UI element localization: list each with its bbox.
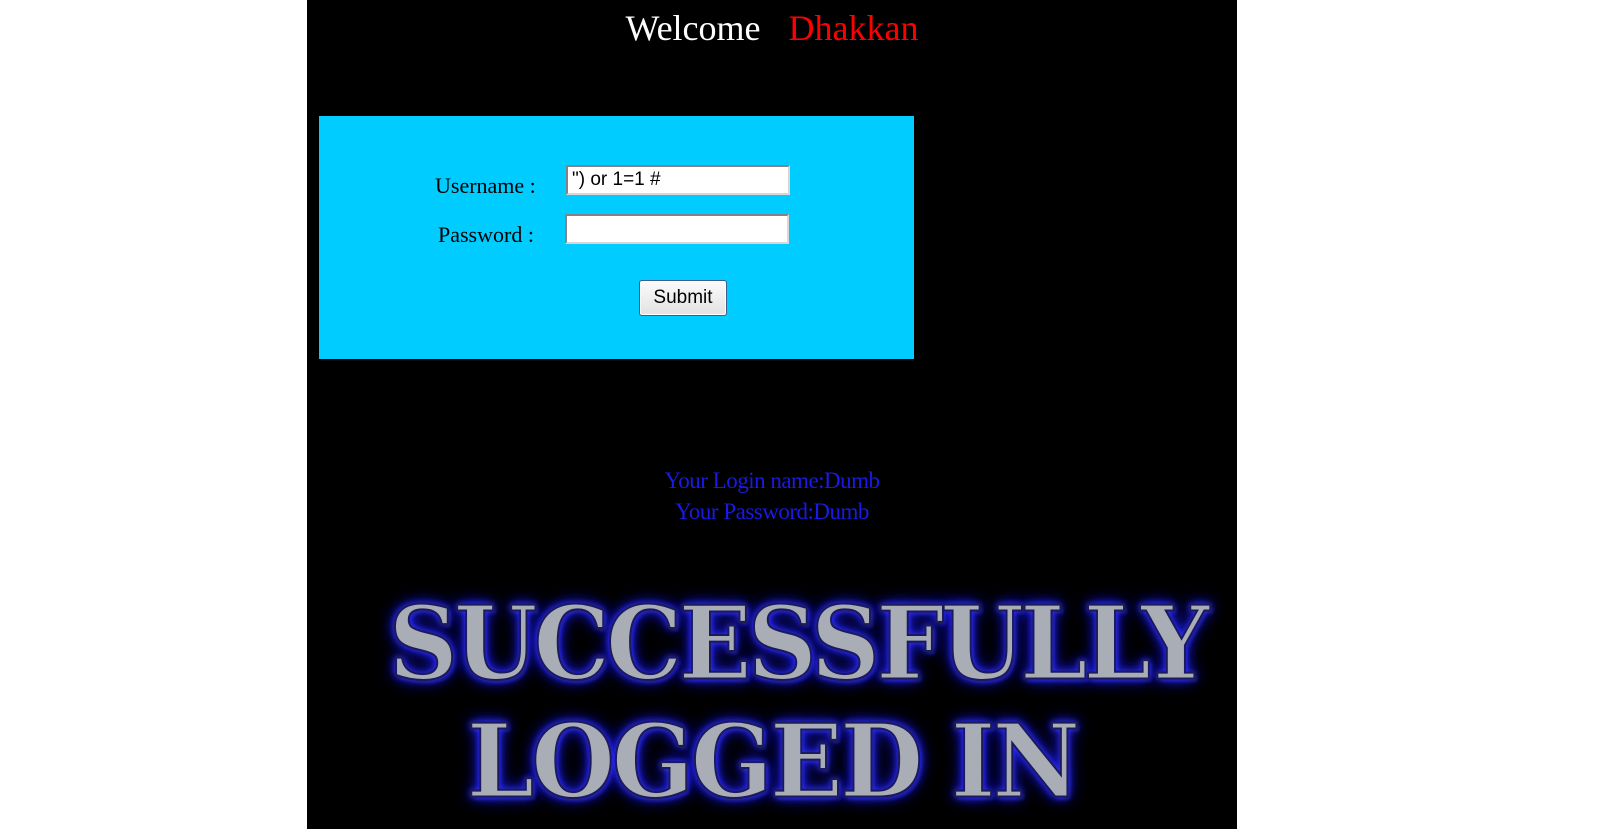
success-banner-line2: LOGGED IN	[466, 702, 1082, 821]
page-container: Welcome Dhakkan Username : Password : Sub…	[307, 0, 1237, 829]
password-label: Password :	[438, 222, 534, 247]
submit-button[interactable]: Submit	[639, 280, 727, 316]
username-label: Username :	[435, 173, 536, 198]
username-input[interactable]	[566, 165, 790, 195]
password-result: Your Password:Dumb	[675, 499, 869, 524]
password-input[interactable]	[565, 214, 789, 244]
welcome-heading: Welcome Dhakkan	[307, 8, 1237, 48]
login-name-result: Your Login name:Dumb	[664, 468, 880, 493]
success-banner-line1: SUCCESSFULLY	[388, 584, 1211, 703]
login-form: Username : Password : Submit	[319, 116, 914, 359]
welcome-label: Welcome	[625, 8, 761, 48]
site-name: Dhakkan	[788, 8, 919, 48]
